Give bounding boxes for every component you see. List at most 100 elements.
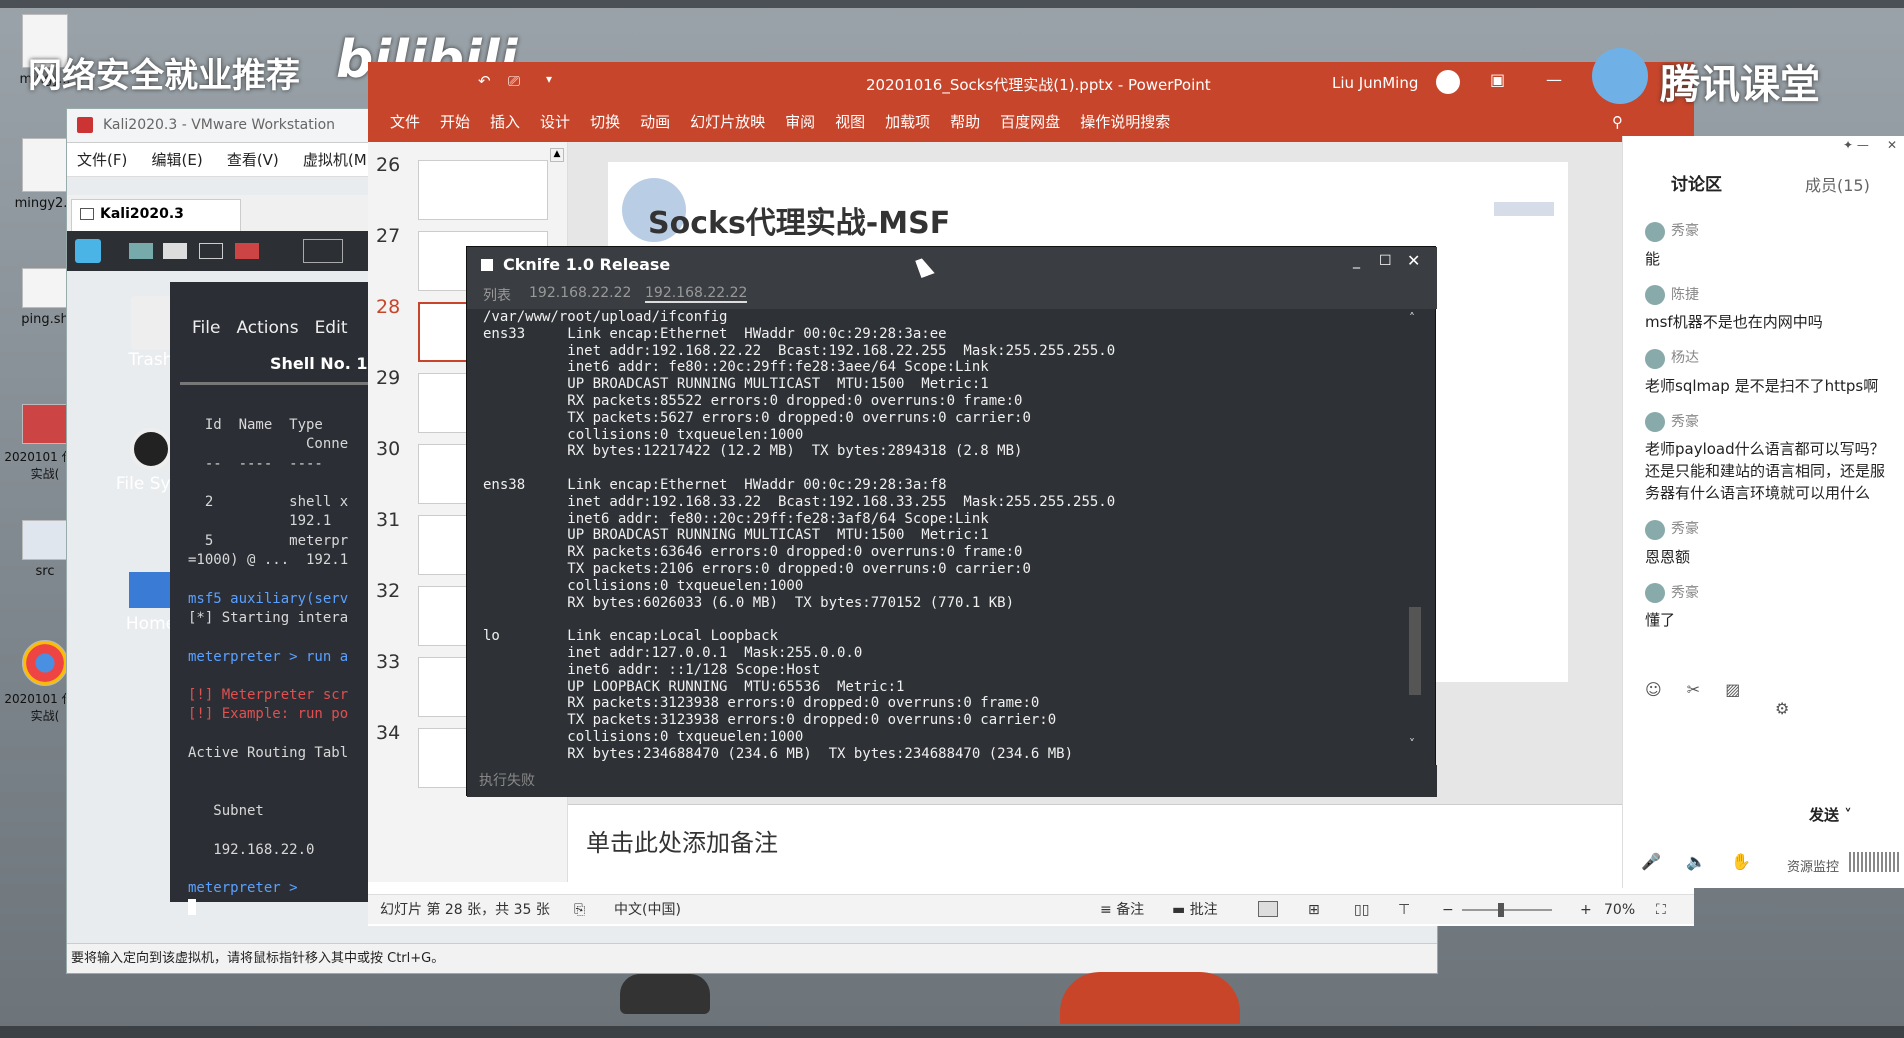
cknife-scrollbar[interactable]: ˄ ˅ <box>1409 311 1423 751</box>
terminal-menu-file[interactable]: File <box>192 318 220 338</box>
spellcheck-icon[interactable]: ⎘ <box>574 895 585 925</box>
menu-vm[interactable]: 虚拟机(M) <box>303 151 373 169</box>
ribbon-display-icon[interactable]: ▣ <box>1490 70 1505 89</box>
ribbon-tab[interactable]: 帮助 <box>950 102 980 142</box>
zoom-level[interactable]: 70% <box>1604 895 1635 925</box>
app-icon[interactable] <box>235 243 259 259</box>
pin-icon[interactable]: ✦ — <box>1843 138 1869 152</box>
chat-message-list[interactable]: 秀豪能陈捷 msf机器不是也在内网中吗 杨达 老师sqlmap 是不是扫不了https… <box>1645 220 1899 645</box>
microphone-icon[interactable]: 🎤 <box>1641 852 1661 871</box>
output-line: collisions:0 txqueuelen:1000 <box>483 426 804 443</box>
slide-title[interactable]: Socks代理实战-MSF <box>648 198 950 242</box>
terminal-menu-actions[interactable]: Actions <box>236 318 298 338</box>
qat-dropdown-icon[interactable]: ▾ <box>546 72 552 86</box>
terminal-menu-edit[interactable]: Edit <box>315 318 348 338</box>
tab-host-2[interactable]: 192.168.22.22 <box>645 285 748 303</box>
ribbon-tab[interactable]: 审阅 <box>785 102 815 142</box>
output-line: TX packets:3123938 errors:0 dropped:0 ov… <box>483 712 1057 729</box>
sorter-view-icon[interactable]: ⊞ <box>1308 895 1320 925</box>
scroll-up-icon[interactable]: ▲ <box>550 148 564 162</box>
tab-members[interactable]: 成员(15) <box>1805 172 1870 196</box>
tab-discussion[interactable]: 讨论区 <box>1671 170 1722 195</box>
undo-icon[interactable]: ↶ <box>478 72 491 90</box>
tab-host-1[interactable]: 192.168.22.22 <box>529 285 631 301</box>
window-icon[interactable] <box>303 239 343 263</box>
menu-file[interactable]: 文件(F) <box>77 151 127 169</box>
chat-panel: ✦ — ✕ 讨论区 成员(15) 秀豪能陈捷 msf机器不是也在内网中吗 杨达 老师s… <box>1622 136 1904 888</box>
comments-toggle[interactable]: ▬ 批注 <box>1172 895 1218 925</box>
minimize-icon[interactable]: — <box>1546 70 1562 89</box>
hand-icon[interactable]: ✋ <box>1731 852 1751 871</box>
output-line: inet6 addr: fe80::20c:29ff:fe28:3af8/64 … <box>483 510 989 527</box>
ribbon-tab[interactable]: 开始 <box>440 102 470 142</box>
files-icon[interactable] <box>163 243 187 259</box>
output-line: inet addr:127.0.0.1 Mask:255.0.0.0 <box>483 644 863 661</box>
ribbon-tab[interactable]: 加载项 <box>885 102 930 142</box>
ribbon-tab[interactable]: 动画 <box>640 102 670 142</box>
decorative-shoes <box>620 974 710 1014</box>
ribbon-tab[interactable]: 文件 <box>390 102 420 142</box>
output-line: TX packets:5627 errors:0 dropped:0 overr… <box>483 409 1031 426</box>
vm-icon <box>80 208 94 220</box>
emoji-icon[interactable]: ☺ <box>1645 680 1662 699</box>
cknife-output[interactable]: /var/www/root/upload/ifconfig ens33 Link … <box>467 309 1417 769</box>
ribbon-tab[interactable]: 插入 <box>490 102 520 142</box>
scissors-icon[interactable]: ✂ <box>1687 680 1700 699</box>
ribbon-tab[interactable]: 切换 <box>590 102 620 142</box>
scroll-thumb[interactable] <box>1409 607 1421 695</box>
tab-list[interactable]: 列表 <box>483 285 511 305</box>
avatar <box>1645 412 1665 432</box>
chat-sender: 秀豪 <box>1671 223 1699 239</box>
minimize-icon[interactable]: _ <box>1353 253 1360 269</box>
zoom-out-button[interactable]: − <box>1442 895 1454 925</box>
terminal-icon[interactable] <box>199 243 223 259</box>
maximize-icon[interactable]: ☐ <box>1379 253 1392 269</box>
terminal-line: 2 shell x <box>188 494 349 511</box>
terminal-tab-title[interactable]: Shell No. 1 <box>270 354 367 373</box>
zoom-slider-thumb[interactable] <box>1498 903 1504 917</box>
ribbon-tab[interactable]: 幻灯片放映 <box>690 102 765 142</box>
output-line: ens33 Link encap:Ethernet HWaddr 00:0c:2… <box>483 325 947 342</box>
close-icon[interactable]: ✕ <box>1407 251 1420 270</box>
slideshow-icon[interactable]: ⊤ <box>1398 895 1410 925</box>
fit-slide-icon[interactable]: ⛶ <box>1656 895 1666 925</box>
present-icon[interactable]: ⎚ <box>508 72 520 90</box>
output-line: inet6 addr: ::1/128 Scope:Host <box>483 661 821 678</box>
terminal-line: 192.168.22.0 <box>188 841 315 858</box>
ppt-user-name[interactable]: Liu JunMing <box>1332 74 1418 92</box>
tab-underline <box>180 382 370 385</box>
slide-thumbnail[interactable] <box>418 160 548 220</box>
menu-edit[interactable]: 编辑(E) <box>151 151 202 169</box>
menu-view[interactable]: 查看(V) <box>227 151 279 169</box>
vmware-logo-icon <box>77 117 93 133</box>
scroll-up-icon[interactable]: ˄ <box>1409 311 1415 325</box>
notes-pane[interactable]: 单击此处添加备注 <box>568 804 1622 868</box>
ribbon-tab[interactable]: 视图 <box>835 102 865 142</box>
resource-monitor-label[interactable]: 资源监控 <box>1787 856 1839 875</box>
tab-kali[interactable]: Kali2020.3 <box>71 199 241 231</box>
zoom-in-button[interactable]: + <box>1580 895 1592 925</box>
image-icon[interactable]: ▨ <box>1725 680 1740 699</box>
avatar[interactable] <box>1436 70 1460 94</box>
settings-icon[interactable]: ⚙ <box>1775 699 1789 718</box>
close-icon[interactable]: ✕ <box>1887 138 1897 152</box>
ribbon-tab[interactable]: 设计 <box>540 102 570 142</box>
home-label: Home <box>125 614 177 634</box>
send-button[interactable]: 发送 ˅ <box>1809 804 1852 825</box>
terminal-output[interactable]: Id Name Type Conne -- ---- ---- 2 shell … <box>188 416 370 918</box>
speaker-icon[interactable]: 🔈 <box>1686 852 1706 871</box>
normal-view-icon[interactable] <box>1258 901 1278 917</box>
reading-view-icon[interactable]: ▯▯ <box>1354 895 1369 925</box>
terminal-line: Subnet <box>188 802 264 819</box>
scroll-down-icon[interactable]: ˅ <box>1409 737 1415 751</box>
output-line: RX packets:3123938 errors:0 dropped:0 ov… <box>483 695 1040 712</box>
notes-toggle[interactable]: ≡ 备注 <box>1100 895 1144 925</box>
kali-menu-icon[interactable] <box>75 239 101 263</box>
language-status[interactable]: 中文(中国) <box>614 895 681 925</box>
ribbon-tab[interactable]: 操作说明搜索 <box>1080 102 1170 142</box>
zoom-slider[interactable] <box>1462 909 1552 911</box>
workspace-icon[interactable] <box>129 243 153 259</box>
ribbon-tab[interactable]: 百度网盘 <box>1000 102 1060 142</box>
